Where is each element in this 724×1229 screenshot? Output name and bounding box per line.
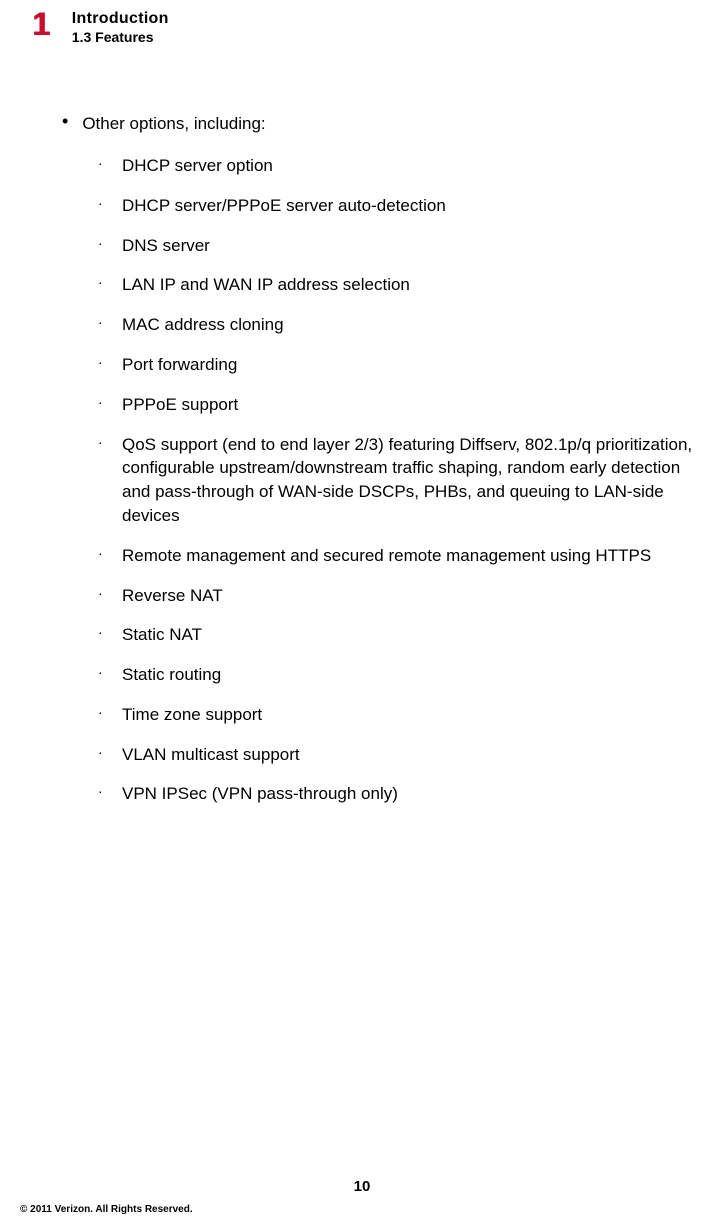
- chapter-number: 1: [32, 8, 50, 40]
- chapter-titles: Introduction 1.3 Features: [72, 8, 169, 45]
- list-item: · QoS support (end to end layer 2/3) fea…: [98, 433, 696, 528]
- dot-icon: ·: [98, 393, 104, 413]
- section-title: 1.3 Features: [72, 29, 169, 45]
- page-number: 10: [0, 1178, 724, 1195]
- bullet-text: Other options, including:: [82, 113, 265, 136]
- copyright-text: © 2011 Verizon. All Rights Reserved.: [20, 1204, 193, 1215]
- dot-icon: ·: [98, 313, 104, 333]
- list-item-text: DHCP server option: [122, 154, 273, 178]
- list-item: · PPPoE support: [98, 393, 696, 417]
- list-item: · LAN IP and WAN IP address selection: [98, 273, 696, 297]
- sub-list: · DHCP server option · DHCP server/PPPoE…: [62, 154, 696, 806]
- dot-icon: ·: [98, 743, 104, 763]
- list-item-text: Port forwarding: [122, 353, 237, 377]
- list-item-text: MAC address cloning: [122, 313, 284, 337]
- dot-icon: ·: [98, 623, 104, 643]
- list-item-text: Static routing: [122, 663, 221, 687]
- list-item-text: VLAN multicast support: [122, 743, 300, 767]
- dot-icon: ·: [98, 234, 104, 254]
- dot-icon: ·: [98, 663, 104, 683]
- dot-icon: ·: [98, 703, 104, 723]
- list-item-text: DHCP server/PPPoE server auto-detection: [122, 194, 446, 218]
- list-item-text: VPN IPSec (VPN pass-through only): [122, 782, 398, 806]
- list-item-text: Remote management and secured remote man…: [122, 544, 651, 568]
- page-header: 1 Introduction 1.3 Features: [0, 0, 724, 45]
- dot-icon: ·: [98, 433, 104, 453]
- dot-icon: ·: [98, 273, 104, 293]
- list-item-text: Time zone support: [122, 703, 262, 727]
- list-item: · Static routing: [98, 663, 696, 687]
- list-item: · Time zone support: [98, 703, 696, 727]
- list-item: · VLAN multicast support: [98, 743, 696, 767]
- list-item: · Port forwarding: [98, 353, 696, 377]
- dot-icon: ·: [98, 584, 104, 604]
- dot-icon: ·: [98, 353, 104, 373]
- list-item: · MAC address cloning: [98, 313, 696, 337]
- list-item-text: LAN IP and WAN IP address selection: [122, 273, 410, 297]
- bullet-item: • Other options, including:: [62, 113, 696, 136]
- list-item: · Static NAT: [98, 623, 696, 647]
- list-item-text: PPPoE support: [122, 393, 238, 417]
- dot-icon: ·: [98, 544, 104, 564]
- list-item-text: DNS server: [122, 234, 210, 258]
- list-item: · VPN IPSec (VPN pass-through only): [98, 782, 696, 806]
- list-item-text: Static NAT: [122, 623, 202, 647]
- list-item: · DHCP server option: [98, 154, 696, 178]
- list-item-text: QoS support (end to end layer 2/3) featu…: [122, 433, 696, 528]
- dot-icon: ·: [98, 154, 104, 174]
- dot-icon: ·: [98, 782, 104, 802]
- list-item: · Reverse NAT: [98, 584, 696, 608]
- list-item: · DNS server: [98, 234, 696, 258]
- list-item: · Remote management and secured remote m…: [98, 544, 696, 568]
- list-item-text: Reverse NAT: [122, 584, 223, 608]
- list-item: · DHCP server/PPPoE server auto-detectio…: [98, 194, 696, 218]
- page-content: • Other options, including: · DHCP serve…: [0, 45, 724, 806]
- dot-icon: ·: [98, 194, 104, 214]
- chapter-title: Introduction: [72, 10, 169, 28]
- bullet-icon: •: [62, 111, 68, 133]
